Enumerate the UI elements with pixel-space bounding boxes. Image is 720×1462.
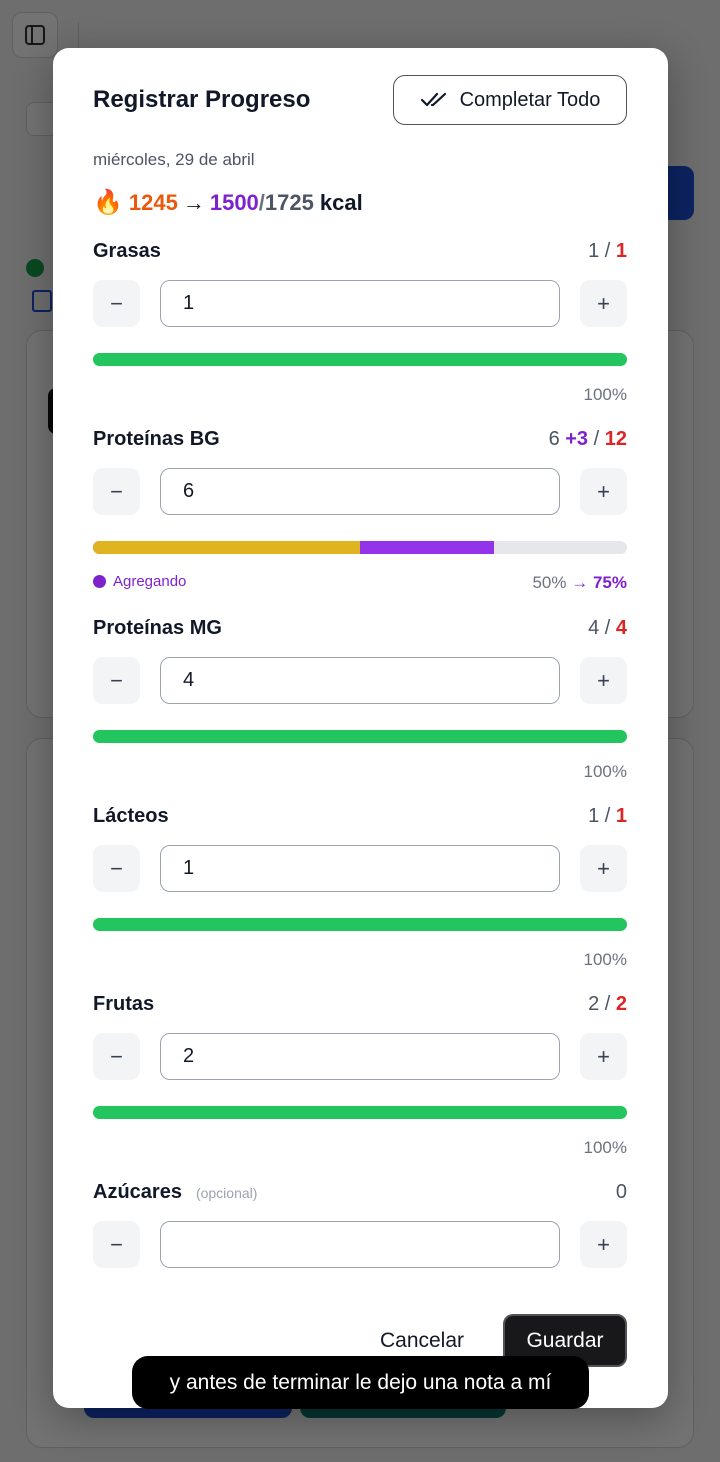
optional-label: (opcional) [195, 1185, 258, 1201]
progress-bar [93, 541, 627, 554]
progress-fill [93, 918, 627, 931]
section-label: Grasas [93, 240, 161, 262]
kcal-arrow: → [182, 189, 205, 215]
progress-percent: 50% → 75% [532, 573, 627, 592]
increment-button[interactable]: + [580, 845, 627, 892]
kcal-current: 1245 [128, 189, 178, 215]
section-count: 1 / 1 [588, 805, 627, 827]
section-count: 2 / 2 [588, 993, 627, 1015]
progress-fill [93, 541, 360, 554]
section-count: 0 [615, 1181, 627, 1203]
complete-all-button[interactable]: Completar Todo [393, 75, 627, 125]
progress-bar [93, 730, 627, 743]
progress-bar [93, 1106, 627, 1119]
section-label: Proteínas BG [93, 428, 220, 450]
quantity-input-lacteos[interactable] [160, 845, 560, 892]
adding-indicator: Agregando [93, 573, 186, 590]
fire-icon: 🔥 [93, 189, 123, 216]
section-label: Frutas [93, 993, 155, 1015]
quantity-input-proteinas-mg[interactable] [160, 657, 560, 704]
decrement-button[interactable]: − [93, 468, 140, 515]
section-label: Azúcares (opcional) [93, 1181, 258, 1203]
progress-bar [93, 918, 627, 931]
decrement-button[interactable]: − [93, 1221, 140, 1268]
decrement-button[interactable]: − [93, 280, 140, 327]
double-check-icon [420, 92, 446, 107]
quantity-input-proteinas-bg[interactable] [160, 468, 560, 515]
complete-all-label: Completar Todo [459, 88, 601, 111]
progress-fill [93, 353, 627, 366]
section-label: Proteínas MG [93, 617, 222, 639]
decrement-button[interactable]: − [93, 845, 140, 892]
video-caption: y antes de terminar le dejo una nota a m… [132, 1356, 589, 1409]
progress-bar [93, 353, 627, 366]
section-count: 6 +3 / 12 [548, 428, 627, 450]
increment-button[interactable]: + [580, 280, 627, 327]
quantity-input-azucares[interactable] [160, 1221, 560, 1268]
increment-button[interactable]: + [580, 657, 627, 704]
kcal-goal: 1725 [264, 189, 314, 215]
quantity-input-grasas[interactable] [160, 280, 560, 327]
decrement-button[interactable]: − [93, 1033, 140, 1080]
increment-button[interactable]: + [580, 1033, 627, 1080]
calorie-summary: 🔥 1245 → 1500 / 1725 kcal [93, 188, 363, 217]
quantity-input-frutas[interactable] [160, 1033, 560, 1080]
section-label: Lácteos [93, 805, 169, 827]
progress-fill [93, 730, 627, 743]
section-count: 4 / 4 [588, 617, 627, 639]
progress-dialog: Registrar Progreso Completar Todo miérco… [53, 48, 668, 1408]
increment-button[interactable]: + [580, 1221, 627, 1268]
progress-percent: 100% [583, 762, 627, 781]
kcal-unit: kcal [319, 189, 363, 215]
progress-fill [93, 1106, 627, 1119]
dialog-title: Registrar Progreso [93, 86, 311, 113]
section-count: 1 / 1 [588, 240, 627, 262]
adding-dot [93, 575, 106, 588]
date-label: miércoles, 29 de abril [93, 150, 255, 169]
kcal-projected: 1500 [209, 189, 259, 215]
decrement-button[interactable]: − [93, 657, 140, 704]
progress-percent: 100% [583, 385, 627, 404]
progress-percent: 100% [583, 950, 627, 969]
increment-button[interactable]: + [580, 468, 627, 515]
progress-percent: 100% [583, 1138, 627, 1157]
